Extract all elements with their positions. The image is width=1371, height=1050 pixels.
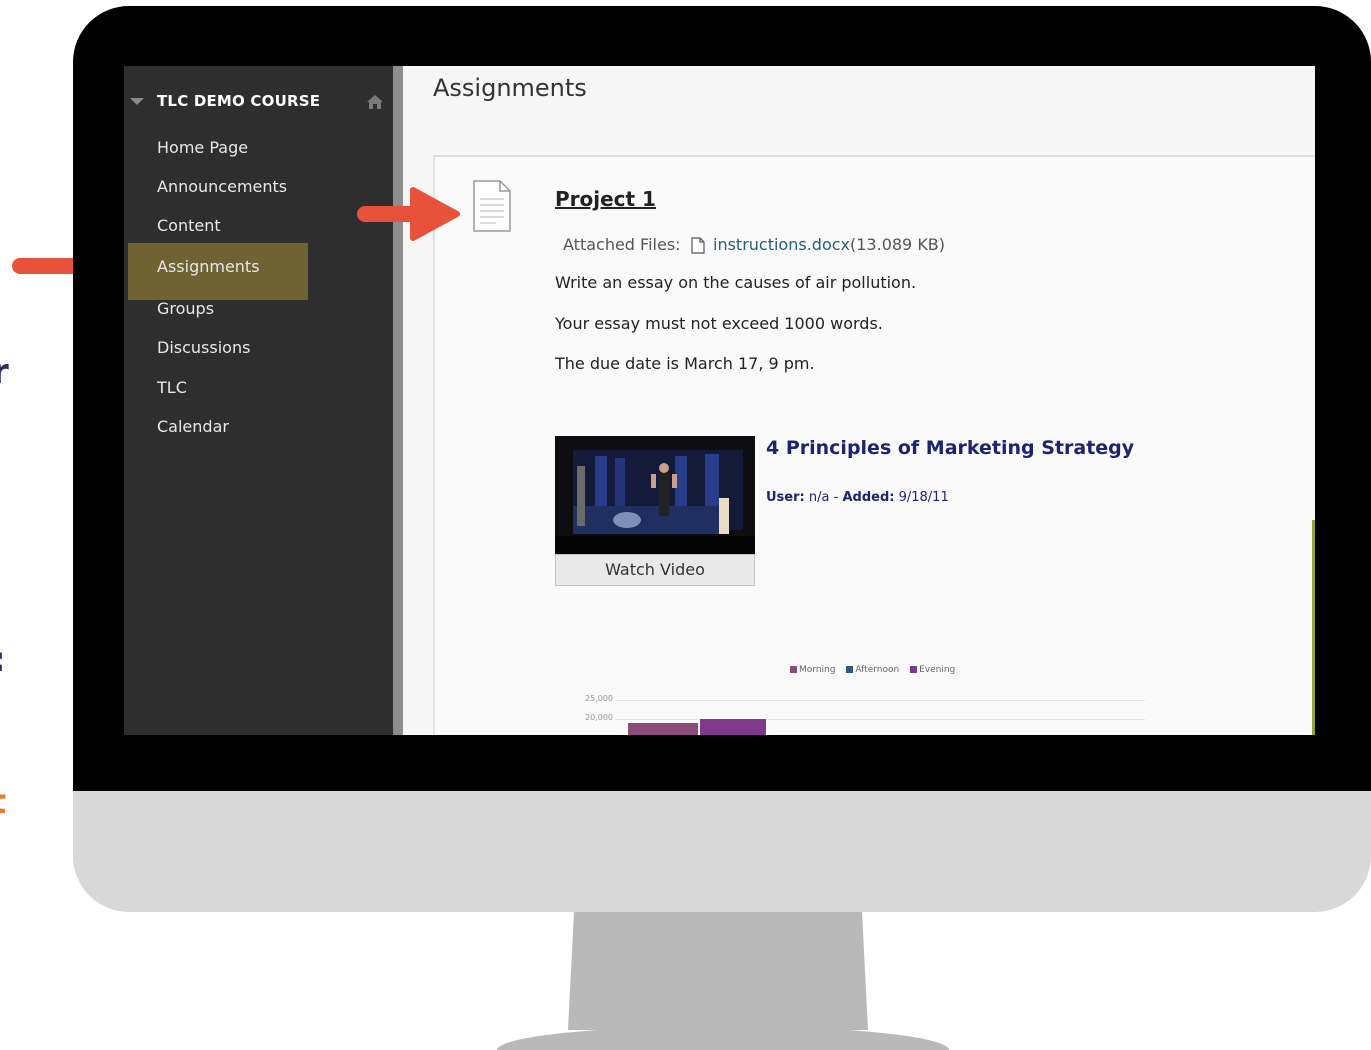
scroll-edge: [1312, 520, 1315, 735]
watch-video-button[interactable]: Watch Video: [555, 554, 755, 586]
monitor-stand: [568, 912, 868, 1030]
grid-line: [615, 700, 1145, 701]
video-meta: User: n/a - Added: 9/18/11: [766, 490, 949, 505]
sidebar-item-home-page[interactable]: Home Page: [128, 128, 308, 168]
collapse-caret-icon[interactable]: [130, 98, 144, 105]
legend-swatch: [790, 666, 797, 673]
instruction-text: Write an essay on the causes of air poll…: [555, 273, 917, 292]
y-tick-label: 25,000: [585, 694, 613, 703]
instruction-text: The due date is March 17, 9 pm.: [555, 354, 815, 373]
monitor-bezel: TLC DEMO COURSE Home Page Announcements …: [73, 6, 1371, 791]
video-title-link[interactable]: 4 Principles of Marketing Strategy: [766, 437, 1134, 459]
document-icon: [473, 180, 511, 232]
sidebar-item-tlc[interactable]: TLC: [128, 368, 308, 408]
course-header[interactable]: TLC DEMO COURSE: [124, 92, 393, 114]
chart-bar: [700, 719, 766, 735]
legend-label: Morning: [799, 665, 836, 675]
screen: TLC DEMO COURSE Home Page Announcements …: [124, 66, 1315, 735]
sidebar-item-announcements[interactable]: Announcements: [128, 167, 308, 207]
sidebar-item-discussions[interactable]: Discussions: [128, 328, 308, 368]
added-label: Added:: [842, 490, 895, 505]
attached-file-link[interactable]: instructions.docx: [713, 235, 850, 254]
sidebar-item-label: Announcements: [157, 177, 288, 196]
monitor: TLC DEMO COURSE Home Page Announcements …: [73, 6, 1371, 912]
edge-text-fragment: r: [0, 352, 9, 392]
meta-separator: -: [833, 490, 839, 505]
monitor-stand-base: [497, 1026, 949, 1050]
sidebar-item-label: TLC: [157, 378, 187, 397]
video-thumbnail[interactable]: [555, 436, 755, 554]
file-size: (13.089 KB): [850, 235, 946, 254]
legend-label: Evening: [919, 665, 956, 675]
page-title: Assignments: [433, 74, 587, 102]
grid-line: [615, 719, 1145, 720]
chart-legend: Morning Afternoon Evening: [782, 665, 955, 675]
user-value: n/a: [808, 490, 830, 505]
assignment-content: Project 1 Attached Files: instructions.d…: [433, 157, 1315, 735]
video-card: Watch Video: [555, 436, 755, 586]
sidebar-item-label: Home Page: [157, 138, 249, 157]
sidebar-item-label: Groups: [157, 299, 215, 318]
pointer-arrow-icon: [357, 187, 460, 241]
sidebar-item-content[interactable]: Content: [128, 206, 308, 246]
added-value: 9/18/11: [898, 490, 949, 505]
sidebar-item-calendar[interactable]: Calendar: [128, 407, 308, 447]
home-icon[interactable]: [366, 94, 384, 110]
sidebar-item-label: Calendar: [157, 417, 229, 436]
course-title: TLC DEMO COURSE: [157, 92, 321, 110]
legend-swatch: [846, 666, 854, 673]
sidebar-item-label: Content: [157, 216, 221, 235]
main-content: Assignments Project 1 Attached Files: in…: [403, 66, 1315, 735]
y-tick-label: 20,000: [585, 713, 613, 722]
instruction-text: Your essay must not exceed 1000 words.: [555, 314, 883, 333]
sidebar-item-groups[interactable]: Groups: [128, 289, 308, 329]
edge-text-fragment: :: [0, 640, 6, 680]
sidebar-item-label: Assignments: [157, 257, 260, 276]
legend-swatch: [910, 666, 918, 673]
assignment-title-link[interactable]: Project 1: [555, 187, 656, 211]
legend-label: Afternoon: [855, 665, 900, 675]
edge-text-fragment: t: [0, 782, 6, 822]
file-icon: [691, 237, 705, 254]
user-label: User:: [766, 490, 805, 505]
sidebar-resize-handle[interactable]: [393, 66, 403, 735]
sidebar-item-label: Discussions: [157, 338, 251, 357]
course-sidebar: TLC DEMO COURSE Home Page Announcements …: [124, 66, 393, 735]
attached-files-label: Attached Files:: [563, 235, 681, 254]
chart-bar: [628, 722, 698, 735]
